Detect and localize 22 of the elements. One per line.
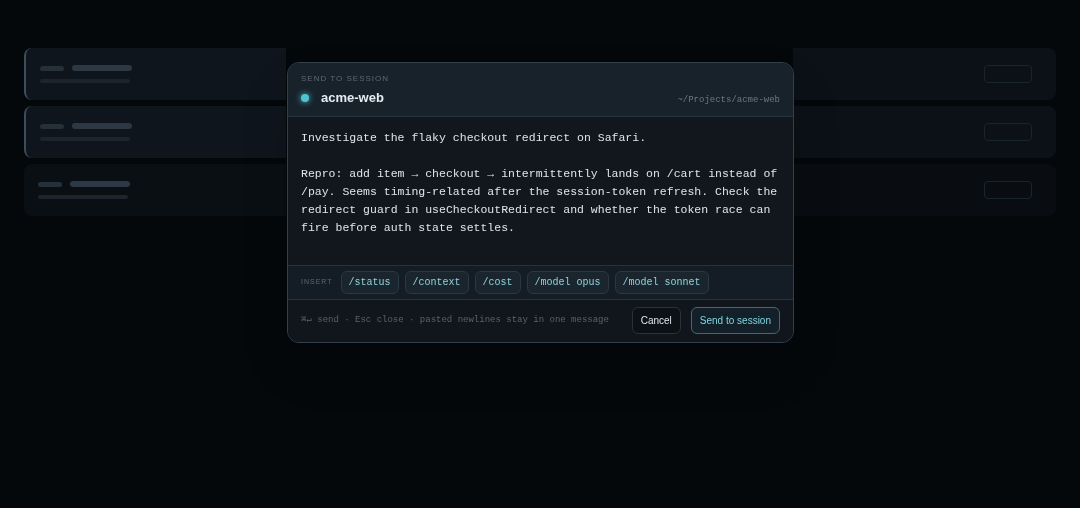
- insert-chip[interactable]: /cost: [474, 270, 521, 294]
- placeholder-bar: [38, 181, 62, 187]
- placeholder-bar: [40, 65, 64, 71]
- insert-chip[interactable]: /status: [340, 270, 399, 294]
- placeholder-bar: [72, 65, 132, 71]
- send-button[interactable]: Send to session: [690, 307, 780, 334]
- placeholder-bar: [72, 123, 132, 129]
- session-path: ~/Projects/acme-web: [677, 94, 780, 107]
- insert-chip[interactable]: /model sonnet: [614, 270, 709, 294]
- dialog-eyebrow: SEND TO SESSION: [301, 73, 390, 85]
- session-row[interactable]: [24, 164, 286, 216]
- insert-chip[interactable]: /context: [404, 270, 469, 294]
- insert-chip[interactable]: /model opus: [526, 270, 609, 294]
- cancel-button[interactable]: Cancel: [631, 307, 681, 334]
- session-row[interactable]: [24, 48, 286, 100]
- placeholder-bar: [70, 181, 130, 187]
- action-button-shape[interactable]: [984, 181, 1032, 199]
- message-field[interactable]: Investigate the flaky checkout redirect on Safari. Repro: add item → checkout → intermittently lands on /cart instead of /pay. Seems timing-related after the session-token refresh. Check the redirect guard in useCheckoutRedirect and whether the token race can fire before auth state settles.: [288, 116, 793, 265]
- session-title: acme-web: [321, 89, 384, 107]
- placeholder-bar: [40, 123, 64, 129]
- keyboard-hint: ⌘↵ send · Esc close · pasted newlines stay in one message: [301, 313, 609, 327]
- session-row[interactable]: [24, 106, 286, 158]
